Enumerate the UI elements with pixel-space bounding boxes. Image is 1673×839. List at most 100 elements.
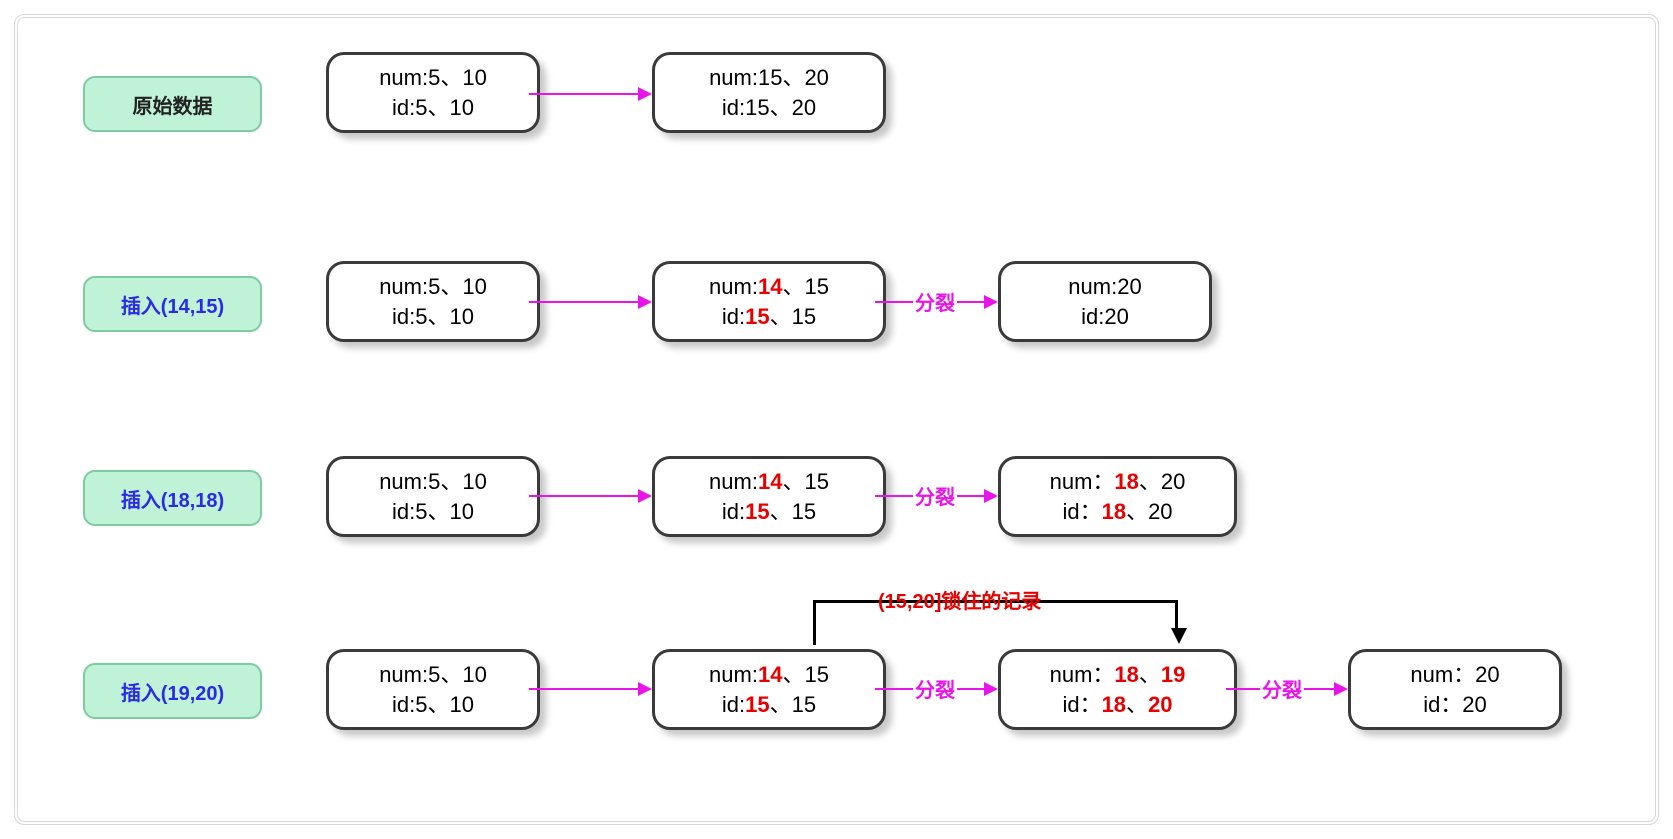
node-text: num:20 bbox=[1068, 274, 1141, 299]
tree-node: num:14、15id:15、15 bbox=[652, 261, 886, 342]
node-line: id：18、20 bbox=[1062, 690, 1172, 720]
arrow-label: 分裂 bbox=[913, 674, 957, 703]
lock-label-text: (15,20]锁住的记录 bbox=[878, 591, 1041, 613]
node-text: id: bbox=[722, 304, 745, 329]
node-text: id:20 bbox=[1081, 304, 1129, 329]
node-text: 18 bbox=[1114, 662, 1138, 687]
node-line: num:14、15 bbox=[709, 272, 829, 302]
node-text: id:5、10 bbox=[392, 692, 474, 717]
tree-node: num：18、19id：18、20 bbox=[998, 649, 1237, 730]
tree-node: num：18、20id：18、20 bbox=[998, 456, 1237, 537]
node-line: id:15、20 bbox=[722, 93, 816, 123]
node-text: id： bbox=[1062, 499, 1101, 524]
row-label-text: 插入(19,20) bbox=[121, 677, 224, 706]
node-line: num:5、10 bbox=[379, 63, 487, 93]
node-line: id:5、10 bbox=[392, 497, 474, 527]
node-text: num:5、10 bbox=[379, 469, 487, 494]
node-line: num:5、10 bbox=[379, 467, 487, 497]
node-line: num：18、20 bbox=[1050, 467, 1186, 497]
arrow-label: 分裂 bbox=[1260, 674, 1304, 703]
node-text: 、15 bbox=[770, 692, 816, 717]
node-text: 19 bbox=[1161, 662, 1185, 687]
arrow-line bbox=[529, 93, 640, 95]
tree-node: num：20 id：20 bbox=[1348, 649, 1562, 730]
node-text: 、20 bbox=[1126, 499, 1172, 524]
node-text: num：20 bbox=[1410, 662, 1499, 687]
node-text: 、 bbox=[1126, 692, 1148, 717]
tree-node: num:14、15id:15 、15 bbox=[652, 456, 886, 537]
node-line: num：20 bbox=[1410, 660, 1499, 690]
node-line: id:5、10 bbox=[392, 93, 474, 123]
tree-node: num:5、10id:5、10 bbox=[326, 52, 540, 133]
node-text: id:5、10 bbox=[392, 499, 474, 524]
row-label: 插入(14,15) bbox=[83, 276, 262, 332]
row-label-text: 原始数据 bbox=[133, 90, 213, 119]
row-label-text: 插入(18,18) bbox=[121, 484, 224, 513]
node-text: 20 bbox=[1148, 692, 1172, 717]
arrow-label-text: 分裂 bbox=[1262, 680, 1302, 702]
node-line: id：20 bbox=[1423, 690, 1487, 720]
node-text: id:15、20 bbox=[722, 95, 816, 120]
arrow-label-text: 分裂 bbox=[915, 680, 955, 702]
node-text: 18 bbox=[1102, 692, 1126, 717]
node-text: 、20 bbox=[1139, 469, 1185, 494]
node-text: id:5、10 bbox=[392, 95, 474, 120]
node-text: num: bbox=[709, 274, 758, 299]
tree-node: num:15、20 id:15、20 bbox=[652, 52, 886, 133]
node-text: num： bbox=[1050, 469, 1115, 494]
arrow-head-icon bbox=[984, 682, 998, 696]
tree-node: num:5、10id:5、10 bbox=[326, 649, 540, 730]
node-text: 15 bbox=[745, 304, 769, 329]
arrow-label: 分裂 bbox=[913, 481, 957, 510]
tree-node: num:5、10 id:5、10 bbox=[326, 456, 540, 537]
lock-label: (15,20]锁住的记录 bbox=[878, 585, 1041, 614]
node-line: id:5、10 bbox=[392, 302, 474, 332]
node-line: num:14、15 bbox=[709, 467, 829, 497]
node-line: num:14、15 bbox=[709, 660, 829, 690]
lock-bracket-left bbox=[813, 600, 816, 645]
node-text: id: bbox=[722, 499, 745, 524]
node-text: 15 bbox=[745, 499, 769, 524]
node-line: id:20 bbox=[1081, 302, 1129, 332]
node-text: 14 bbox=[758, 469, 782, 494]
arrow-head-icon bbox=[984, 489, 998, 503]
node-text: 14 bbox=[758, 274, 782, 299]
row-label-text: 插入(14,15) bbox=[121, 290, 224, 319]
node-line: id:5、10 bbox=[392, 690, 474, 720]
tree-node: num:14、15id:15、15 bbox=[652, 649, 886, 730]
node-text: id:5、10 bbox=[392, 304, 474, 329]
arrow-head-icon bbox=[1334, 682, 1348, 696]
outer-frame: 原始数据num:5、10id:5、10num:15、20id:15、20插入(1… bbox=[14, 14, 1659, 825]
node-text: num： bbox=[1050, 662, 1115, 687]
node-line: id:15、15 bbox=[722, 690, 816, 720]
node-line: num:20 bbox=[1068, 272, 1141, 302]
node-text: num: bbox=[709, 469, 758, 494]
node-line: id：18、20 bbox=[1062, 497, 1172, 527]
node-text: 18 bbox=[1102, 499, 1126, 524]
node-text: 、15 bbox=[782, 469, 828, 494]
node-line: num:5、10 bbox=[379, 660, 487, 690]
node-text: id： bbox=[1062, 692, 1101, 717]
node-line: num:5、10 bbox=[379, 272, 487, 302]
row-label: 原始数据 bbox=[83, 76, 262, 132]
node-text: 、15 bbox=[782, 274, 828, 299]
arrow-label: 分裂 bbox=[913, 287, 957, 316]
node-text: 、15 bbox=[770, 304, 816, 329]
tree-node: num:20 id:20 bbox=[998, 261, 1212, 342]
arrow-label-text: 分裂 bbox=[915, 487, 955, 509]
tree-node: num:5、10 id:5、10 bbox=[326, 261, 540, 342]
diagram-canvas: 原始数据num:5、10id:5、10num:15、20id:15、20插入(1… bbox=[17, 17, 1656, 822]
node-text: 14 bbox=[758, 662, 782, 687]
row-label: 插入(19,20) bbox=[83, 663, 262, 719]
node-text: num: bbox=[709, 662, 758, 687]
arrow-label-text: 分裂 bbox=[915, 293, 955, 315]
node-line: num：18、19 bbox=[1050, 660, 1186, 690]
arrow-head-icon bbox=[984, 295, 998, 309]
outer-container: 原始数据num:5、10id:5、10num:15、20id:15、20插入(1… bbox=[0, 0, 1673, 839]
node-text: num:5、10 bbox=[379, 274, 487, 299]
arrow-line bbox=[529, 495, 640, 497]
node-text: 18 bbox=[1114, 469, 1138, 494]
arrow-line bbox=[529, 301, 640, 303]
arrow-head-icon bbox=[638, 87, 652, 101]
node-text: num:15、20 bbox=[709, 65, 829, 90]
